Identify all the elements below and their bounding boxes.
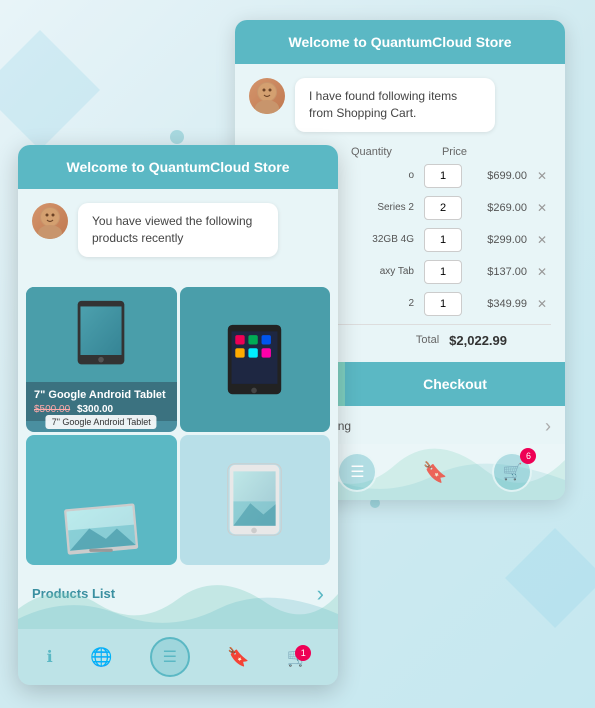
quantity-input[interactable] <box>424 164 462 188</box>
front-chat-bubble: You have viewed the following products r… <box>78 203 278 257</box>
product-image-1 <box>26 287 177 382</box>
item-price: $269.00 <box>472 202 527 214</box>
item-price: $699.00 <box>472 170 527 182</box>
item-price: $137.00 <box>472 266 527 278</box>
remove-button[interactable]: ✕ <box>537 169 551 183</box>
remove-button[interactable]: ✕ <box>537 297 551 311</box>
remove-button[interactable]: ✕ <box>537 201 551 215</box>
product-tooltip-1: 7" Google Android Tablet <box>46 415 157 429</box>
quantity-input[interactable] <box>424 228 462 252</box>
product-card-4[interactable] <box>180 435 331 565</box>
product-card-3[interactable] <box>26 435 177 565</box>
front-bot-message-area: You have viewed the following products r… <box>18 189 338 271</box>
product-image-2 <box>180 287 331 432</box>
checkout-button[interactable]: Checkout <box>345 362 565 406</box>
recently-viewed-card: Welcome to QuantumCloud Store You have v… <box>18 145 338 685</box>
bot-chat-bubble: I have found following items from Shoppi… <box>295 78 495 132</box>
bg-decoration-1 <box>0 30 100 150</box>
globe-nav-icon[interactable]: 🌐 <box>90 647 112 668</box>
info-nav-icon[interactable]: ℹ <box>47 647 53 667</box>
total-label: Total <box>416 334 439 346</box>
bot-message-area: I have found following items from Shoppi… <box>235 64 565 146</box>
front-avatar <box>32 203 68 239</box>
surface-tablet-image <box>61 500 141 555</box>
product-image-4 <box>180 435 331 565</box>
price-new-1: $300.00 <box>77 404 113 415</box>
item-price: $299.00 <box>472 234 527 246</box>
front-card-nav: ℹ 🌐 ☰ 🔖 🛒 1 <box>18 629 338 685</box>
total-amount: $2,022.99 <box>449 333 507 348</box>
menu-nav-button[interactable]: ☰ <box>337 452 377 492</box>
product-card-2[interactable] <box>180 287 331 432</box>
price-old-1: $500.00 <box>34 404 70 415</box>
front-wave-decoration <box>18 569 338 629</box>
android-tablet-image <box>71 299 131 369</box>
dot-1 <box>170 130 184 144</box>
cart-badge-count: 6 <box>520 448 536 464</box>
bookmark-nav-icon[interactable]: 🔖 <box>423 460 448 485</box>
front-cart-badge[interactable]: 🛒 1 <box>287 647 309 668</box>
product-prices-1: $500.00 $300.00 <box>34 404 169 415</box>
front-menu-button[interactable]: ☰ <box>150 637 190 677</box>
front-avatar-image <box>32 203 68 239</box>
remove-button[interactable]: ✕ <box>537 233 551 247</box>
bg-decoration-2 <box>505 528 595 628</box>
bookmark-front-icon[interactable]: 🔖 <box>227 647 249 668</box>
quantity-input[interactable] <box>424 292 462 316</box>
product-image-3 <box>26 435 177 565</box>
cart-nav-badge[interactable]: 🛒 6 <box>492 452 532 492</box>
front-card-header: Welcome to QuantumCloud Store <box>18 145 338 189</box>
item-price: $349.99 <box>472 298 527 310</box>
product-grid: 7" Google Android Tablet $500.00 $300.00… <box>18 279 338 573</box>
product-title-1: 7" Google Android Tablet <box>34 388 169 402</box>
ipad-air-image <box>222 322 287 397</box>
ipad-mini-image <box>222 462 287 537</box>
avatar <box>249 78 285 114</box>
product-card-1[interactable]: 7" Google Android Tablet $500.00 $300.00… <box>26 287 177 432</box>
quantity-input[interactable] <box>424 260 462 284</box>
back-card-header: Welcome to QuantumCloud Store <box>235 20 565 64</box>
quantity-input[interactable] <box>424 196 462 220</box>
remove-button[interactable]: ✕ <box>537 265 551 279</box>
front-cart-badge-count: 1 <box>295 645 311 661</box>
avatar-image <box>249 78 285 114</box>
